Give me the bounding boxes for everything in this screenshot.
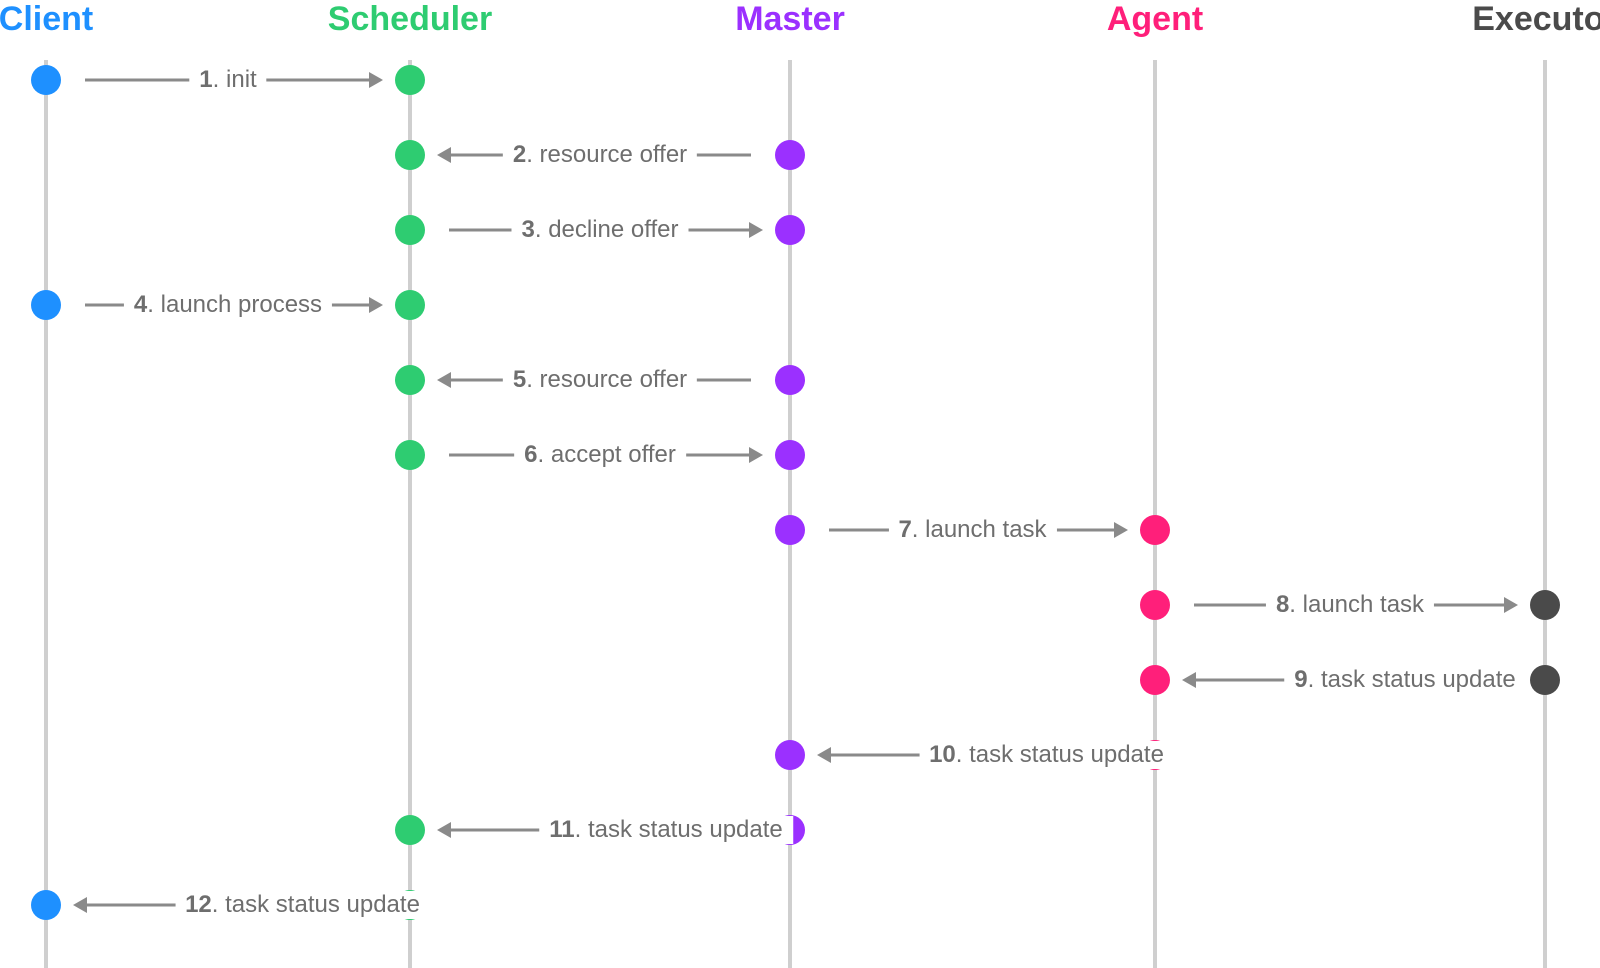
- message-label-step-8: 8. launch task: [1266, 591, 1434, 619]
- message-number: 7: [898, 516, 911, 543]
- arrow-left-icon: [73, 897, 87, 913]
- actor-header-scheduler: Scheduler: [328, 0, 492, 39]
- message-number: 5: [513, 366, 526, 393]
- arrow-right-icon: [369, 297, 383, 313]
- message-text: resource offer: [540, 141, 688, 168]
- node-master-step-7: [775, 515, 805, 545]
- message-label-step-4: 4. launch process: [124, 291, 332, 319]
- message-label-step-2: 2. resource offer: [503, 141, 697, 169]
- arrow-left-icon: [437, 372, 451, 388]
- message-label-step-3: 3. decline offer: [511, 216, 688, 244]
- node-scheduler-step-5: [395, 365, 425, 395]
- message-number: 11: [549, 816, 574, 843]
- message-number: 2: [513, 141, 526, 168]
- node-agent-step-9: [1140, 665, 1170, 695]
- message-text: launch task: [925, 516, 1046, 543]
- message-text: task status update: [225, 891, 420, 918]
- lifeline-agent: [1153, 60, 1157, 968]
- message-label-step-12: 12. task status update: [175, 891, 430, 919]
- node-master-step-2: [775, 140, 805, 170]
- message-text: task status update: [1321, 666, 1516, 693]
- message-text: launch process: [161, 291, 322, 318]
- arrow-left-icon: [437, 147, 451, 163]
- node-master-step-6: [775, 440, 805, 470]
- arrow-right-icon: [749, 447, 763, 463]
- message-number: 10: [929, 741, 956, 768]
- message-label-step-9: 9. task status update: [1284, 666, 1526, 694]
- message-number: 9: [1294, 666, 1307, 693]
- arrow-left-icon: [437, 822, 451, 838]
- message-label-step-10: 10. task status update: [919, 741, 1174, 769]
- message-text: launch task: [1303, 591, 1424, 618]
- message-number: 12: [185, 891, 212, 918]
- arrow-right-icon: [369, 72, 383, 88]
- node-master-step-5: [775, 365, 805, 395]
- node-executor-step-9: [1530, 665, 1560, 695]
- node-executor-step-8: [1530, 590, 1560, 620]
- message-label-step-6: 6. accept offer: [514, 441, 686, 469]
- node-master-step-10: [775, 740, 805, 770]
- message-text: task status update: [588, 816, 783, 843]
- node-master-step-3: [775, 215, 805, 245]
- message-label-step-1: 1. init: [189, 66, 266, 94]
- node-scheduler-step-6: [395, 440, 425, 470]
- arrow-right-icon: [1114, 522, 1128, 538]
- actor-header-master: Master: [735, 0, 845, 39]
- node-client-step-1: [31, 65, 61, 95]
- node-scheduler-step-2: [395, 140, 425, 170]
- arrow-left-icon: [817, 747, 831, 763]
- node-client-step-4: [31, 290, 61, 320]
- message-number: 3: [521, 216, 534, 243]
- message-text: decline offer: [548, 216, 678, 243]
- message-label-step-5: 5. resource offer: [503, 366, 697, 394]
- actor-header-executor: Executor: [1472, 0, 1600, 39]
- node-client-step-12: [31, 890, 61, 920]
- message-text: accept offer: [551, 441, 676, 468]
- message-text: init: [226, 66, 257, 93]
- message-label-step-11: 11. task status update: [539, 816, 793, 844]
- node-scheduler-step-1: [395, 65, 425, 95]
- actor-header-agent: Agent: [1107, 0, 1203, 39]
- node-scheduler-step-3: [395, 215, 425, 245]
- message-number: 1: [199, 66, 212, 93]
- message-label-step-7: 7. launch task: [888, 516, 1056, 544]
- actor-header-client: Client: [0, 0, 93, 39]
- node-agent-step-7: [1140, 515, 1170, 545]
- message-number: 4: [134, 291, 147, 318]
- message-number: 6: [524, 441, 537, 468]
- node-scheduler-step-11: [395, 815, 425, 845]
- lifeline-executor: [1543, 60, 1547, 968]
- arrow-left-icon: [1182, 672, 1196, 688]
- message-number: 8: [1276, 591, 1289, 618]
- sequence-diagram: Client Scheduler Master Agent Executor 1. ini…: [0, 0, 1600, 968]
- node-scheduler-step-4: [395, 290, 425, 320]
- arrow-right-icon: [1504, 597, 1518, 613]
- lifeline-client: [44, 60, 48, 968]
- node-agent-step-8: [1140, 590, 1170, 620]
- message-text: task status update: [969, 741, 1164, 768]
- message-text: resource offer: [540, 366, 688, 393]
- arrow-right-icon: [749, 222, 763, 238]
